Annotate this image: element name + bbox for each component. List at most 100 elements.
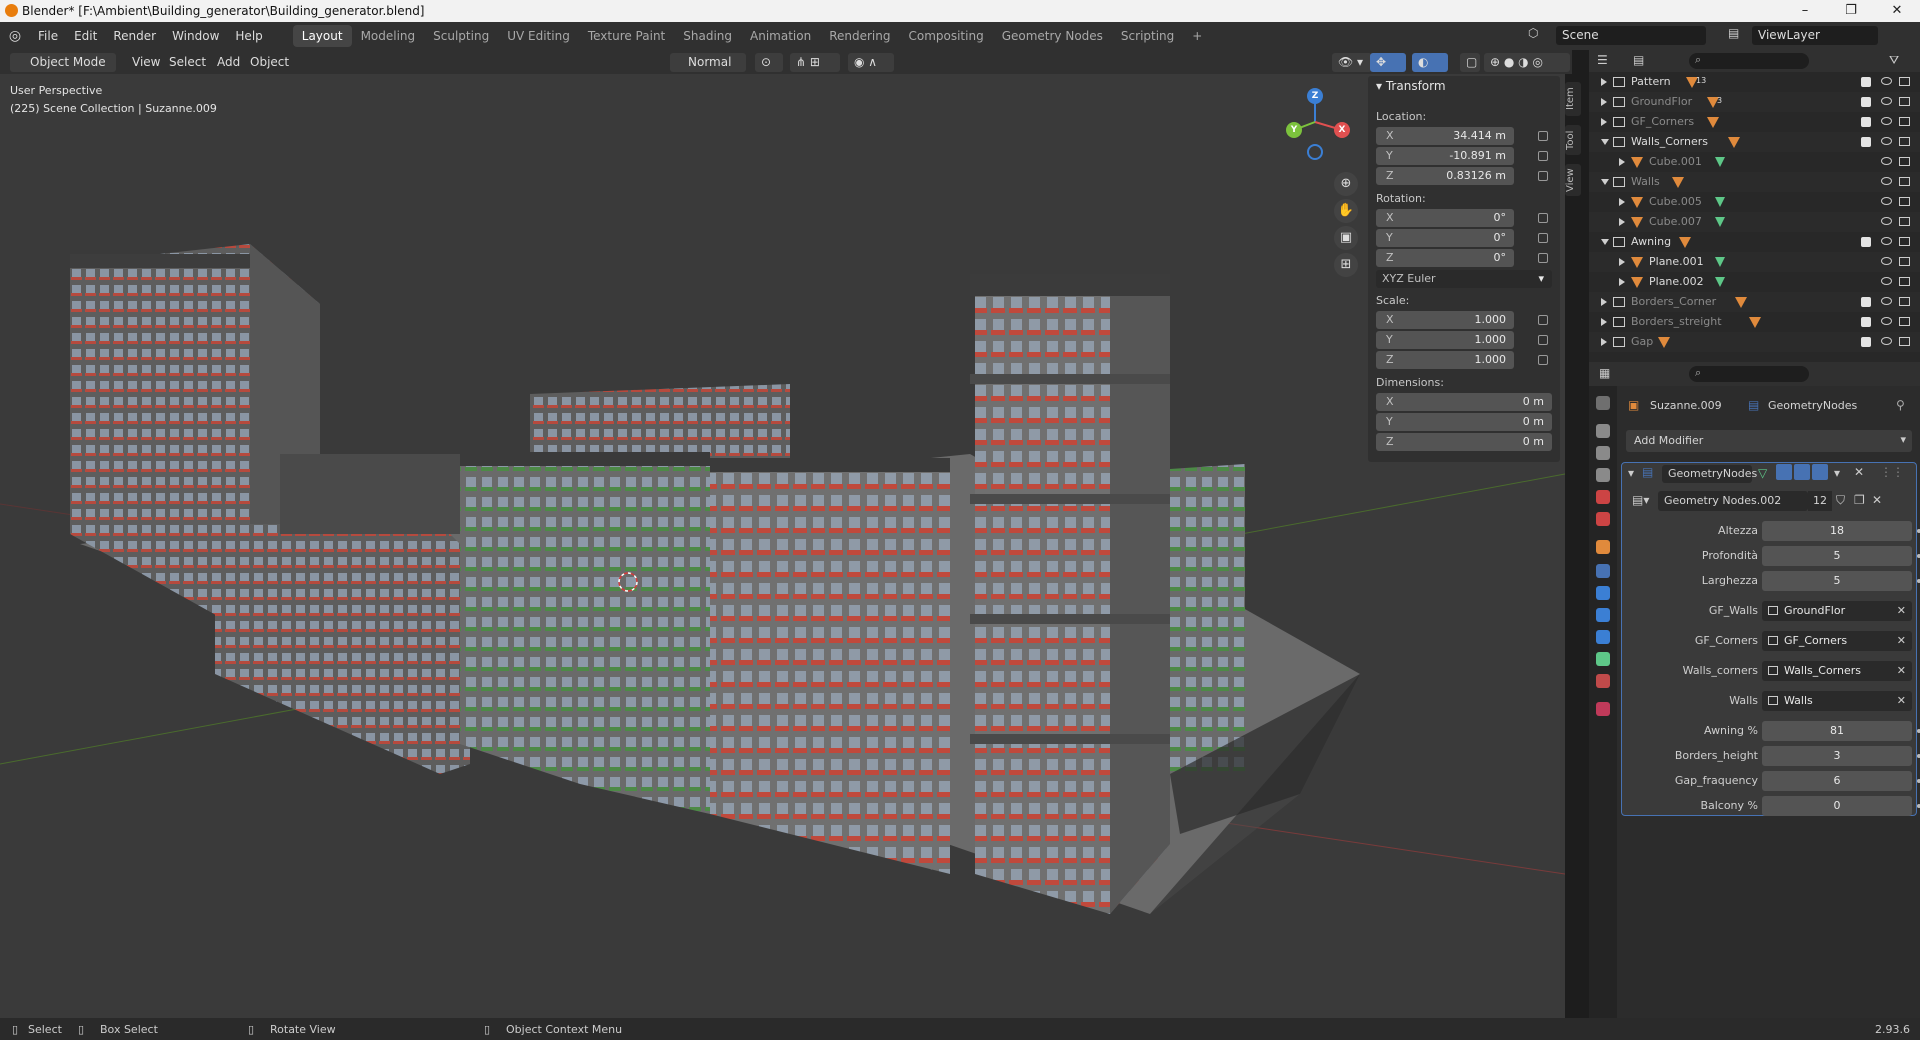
tab-animation[interactable]: Animation bbox=[741, 25, 820, 47]
pivot-icon[interactable]: ⊙ bbox=[755, 53, 783, 72]
expand-right-icon[interactable] bbox=[1619, 198, 1625, 206]
camera-icon[interactable] bbox=[1899, 157, 1910, 166]
exclude-checkbox[interactable] bbox=[1861, 77, 1871, 87]
outliner-row[interactable]: Gap bbox=[1589, 332, 1920, 352]
display-mode-icon[interactable]: ▤ bbox=[1633, 53, 1644, 67]
camera-icon[interactable] bbox=[1899, 137, 1910, 146]
clear-icon[interactable]: ✕ bbox=[1897, 691, 1906, 711]
exclude-checkbox[interactable] bbox=[1861, 237, 1871, 247]
eye-icon[interactable] bbox=[1881, 257, 1892, 265]
view-menu[interactable]: View bbox=[126, 53, 166, 72]
number-field[interactable]: 3 bbox=[1762, 746, 1912, 766]
eye-icon[interactable] bbox=[1881, 197, 1892, 205]
outliner-search-input[interactable]: ⌕ bbox=[1689, 53, 1809, 69]
add-menu[interactable]: Add bbox=[211, 53, 246, 72]
eye-icon[interactable] bbox=[1881, 177, 1892, 185]
object-mode-dropdown[interactable]: Object Mode ▾ bbox=[10, 53, 116, 88]
3d-viewport[interactable]: User Perspective (225) Scene Collection … bbox=[0, 74, 1565, 1018]
location-z-field[interactable]: Z 0.83126 m bbox=[1376, 167, 1514, 185]
outliner-row[interactable]: Walls bbox=[1589, 172, 1920, 192]
rotation-mode-dropdown[interactable]: XYZ Euler ▾ bbox=[1376, 270, 1552, 288]
exclude-checkbox[interactable] bbox=[1861, 317, 1871, 327]
outliner-row[interactable]: Cube.001 bbox=[1589, 152, 1920, 172]
outliner-row[interactable]: Cube.005 bbox=[1589, 192, 1920, 212]
tab-layout[interactable]: Layout bbox=[292, 25, 352, 47]
pin-icon[interactable]: ⚲ bbox=[1896, 398, 1905, 412]
proportional-edit-icon[interactable]: ◉ ∧ bbox=[848, 53, 894, 72]
expand-right-icon[interactable] bbox=[1619, 258, 1625, 266]
pan-hand-icon[interactable]: ✋ bbox=[1334, 199, 1358, 223]
fake-user-icon[interactable]: ⛉ bbox=[1836, 493, 1845, 508]
expand-down-icon[interactable] bbox=[1601, 139, 1609, 145]
outliner-row[interactable]: Awning bbox=[1589, 232, 1920, 252]
camera-icon[interactable] bbox=[1899, 317, 1910, 326]
ortho-grid-icon[interactable]: ⊞ bbox=[1334, 253, 1358, 277]
camera-icon[interactable] bbox=[1899, 237, 1910, 246]
eye-icon[interactable] bbox=[1881, 297, 1892, 305]
constraints-tab-icon[interactable] bbox=[1596, 630, 1610, 644]
exclude-checkbox[interactable] bbox=[1861, 337, 1871, 347]
tab-item[interactable]: Item bbox=[1565, 82, 1581, 116]
add-workspace-button[interactable]: + bbox=[1183, 25, 1211, 47]
shading-modes[interactable]: ⊕ ● ◑ ◎ bbox=[1484, 53, 1570, 72]
dimensions-x-field[interactable]: X 0 m bbox=[1376, 393, 1552, 411]
outliner-row[interactable]: Plane.001 bbox=[1589, 252, 1920, 272]
menu-render[interactable]: Render bbox=[105, 22, 164, 50]
drag-handle-icon[interactable]: ⋮⋮ bbox=[1880, 465, 1904, 479]
output-tab-icon[interactable] bbox=[1596, 446, 1610, 460]
tab-view[interactable]: View bbox=[1565, 164, 1581, 196]
rotation-z-field[interactable]: Z 0° bbox=[1376, 249, 1514, 267]
menu-window[interactable]: Window bbox=[164, 22, 227, 50]
lock-icon[interactable] bbox=[1538, 315, 1548, 325]
overlay-toggle-icon[interactable]: ◐ bbox=[1412, 53, 1448, 72]
lock-icon[interactable] bbox=[1538, 131, 1548, 141]
transform-orientation-dropdown[interactable]: Normal ▾ bbox=[670, 53, 746, 88]
eye-icon[interactable] bbox=[1881, 137, 1892, 145]
eye-icon[interactable] bbox=[1881, 157, 1892, 165]
outliner-row[interactable]: GF_Corners bbox=[1589, 112, 1920, 132]
scene-tab-icon[interactable] bbox=[1596, 490, 1610, 504]
object-picker-field[interactable]: GroundFlor ✕ bbox=[1762, 601, 1912, 621]
expand-right-icon[interactable] bbox=[1601, 78, 1607, 86]
expand-right-icon[interactable] bbox=[1601, 118, 1607, 126]
object-picker-field[interactable]: Walls ✕ bbox=[1762, 691, 1912, 711]
number-field[interactable]: 18 bbox=[1762, 521, 1912, 541]
viewlayer-selector[interactable]: ViewLayer bbox=[1752, 26, 1878, 45]
clear-icon[interactable]: ✕ bbox=[1897, 631, 1906, 651]
outliner-row[interactable]: Borders_Corner bbox=[1589, 292, 1920, 312]
cage-toggle-icon[interactable] bbox=[1776, 464, 1792, 480]
menu-file[interactable]: File bbox=[30, 22, 66, 50]
viewlayer-icon[interactable]: ▤ bbox=[1728, 26, 1746, 45]
expand-right-icon[interactable] bbox=[1601, 318, 1607, 326]
object-picker-field[interactable]: Walls_Corners ✕ bbox=[1762, 661, 1912, 681]
modifier-menu-icon[interactable]: ▾ bbox=[1834, 466, 1840, 480]
eye-icon[interactable] bbox=[1881, 217, 1892, 225]
gizmo-toggle-icon[interactable]: ✥ bbox=[1370, 53, 1406, 72]
scale-x-field[interactable]: X 1.000 bbox=[1376, 311, 1514, 329]
lock-icon[interactable] bbox=[1538, 335, 1548, 345]
outliner-row[interactable]: GroundFlor 3 bbox=[1589, 92, 1920, 112]
tab-geometry-nodes[interactable]: Geometry Nodes bbox=[993, 25, 1112, 47]
tab-sculpting[interactable]: Sculpting bbox=[424, 25, 498, 47]
transform-collapse-icon[interactable]: ▾ bbox=[1376, 79, 1382, 93]
unlink-icon[interactable]: ✕ bbox=[1872, 493, 1882, 507]
expand-right-icon[interactable] bbox=[1601, 298, 1607, 306]
texture-tab-icon[interactable] bbox=[1596, 702, 1610, 716]
scale-y-field[interactable]: Y 1.000 bbox=[1376, 331, 1514, 349]
dimensions-z-field[interactable]: Z 0 m bbox=[1376, 433, 1552, 451]
menu-help[interactable]: Help bbox=[227, 22, 270, 50]
location-x-field[interactable]: X 34.414 m bbox=[1376, 127, 1514, 145]
outliner-row[interactable]: Pattern 13 bbox=[1589, 72, 1920, 92]
eye-icon[interactable] bbox=[1881, 277, 1892, 285]
lock-icon[interactable] bbox=[1538, 213, 1548, 223]
location-y-field[interactable]: Y -10.891 m bbox=[1376, 147, 1514, 165]
gizmo-y-axis-icon[interactable]: Y bbox=[1286, 122, 1302, 138]
tab-texture-paint[interactable]: Texture Paint bbox=[579, 25, 674, 47]
clear-icon[interactable]: ✕ bbox=[1897, 601, 1906, 621]
gizmo-x-axis-icon[interactable]: X bbox=[1334, 122, 1350, 138]
tab-scripting[interactable]: Scripting bbox=[1112, 25, 1183, 47]
add-modifier-dropdown[interactable]: Add Modifier ▾ bbox=[1626, 430, 1912, 452]
tab-uv-editing[interactable]: UV Editing bbox=[498, 25, 579, 47]
world-tab-icon[interactable] bbox=[1596, 512, 1610, 526]
eye-icon[interactable] bbox=[1881, 337, 1892, 345]
